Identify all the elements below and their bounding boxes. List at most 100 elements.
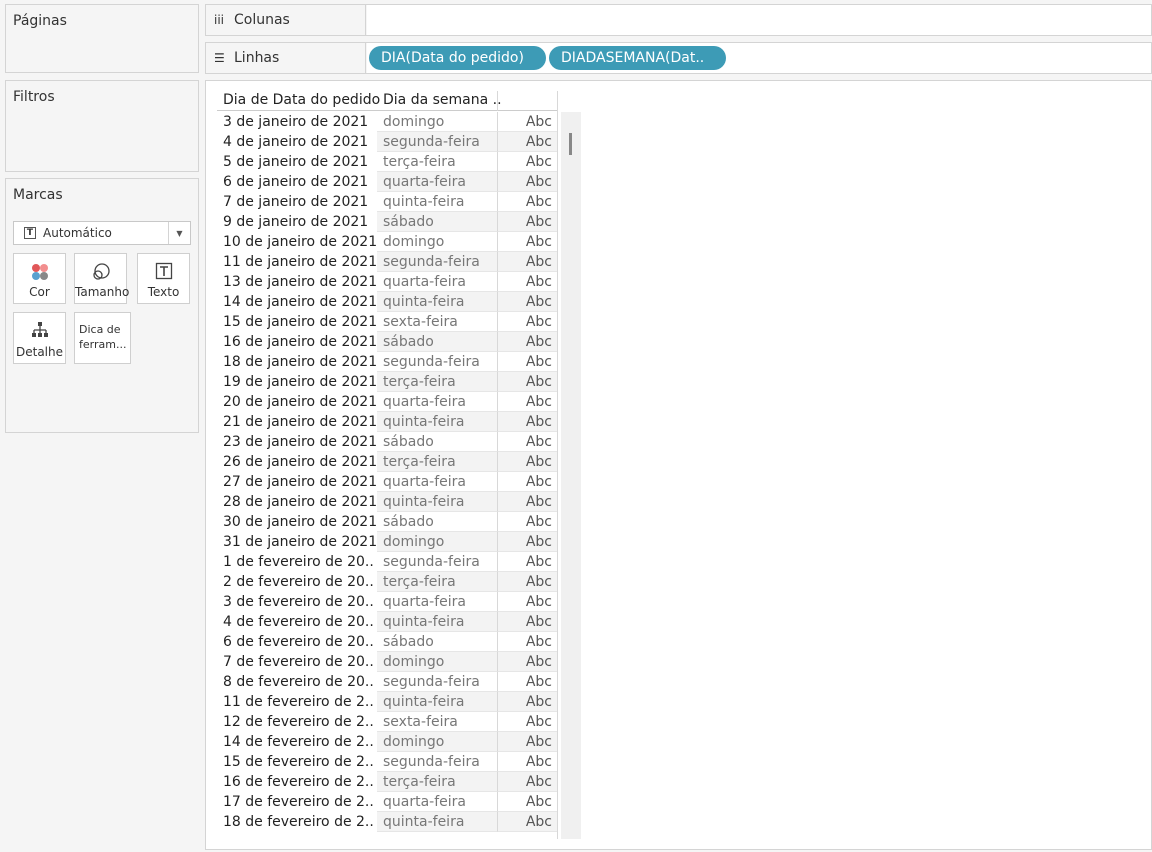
table-row[interactable]: 19 de janeiro de 2021 terça-feira Abc [217, 372, 557, 392]
table-row[interactable]: 9 de janeiro de 2021 sábado Abc [217, 212, 557, 232]
cell-order-date-day[interactable]: 4 de janeiro de 2021 [217, 132, 377, 152]
cell-weekday[interactable]: quinta-feira [377, 812, 497, 832]
cell-weekday[interactable]: quarta-feira [377, 392, 497, 412]
cell-abc[interactable]: Abc [497, 592, 557, 612]
table-row[interactable]: 23 de janeiro de 2021 sábado Abc [217, 432, 557, 452]
cell-order-date-day[interactable]: 1 de fevereiro de 20.. [217, 552, 377, 572]
table-row[interactable]: 16 de janeiro de 2021 sábado Abc [217, 332, 557, 352]
cell-order-date-day[interactable]: 20 de janeiro de 2021 [217, 392, 377, 412]
mark-type-dropdown[interactable]: T Automático ▼ [13, 221, 191, 245]
cell-abc[interactable]: Abc [497, 752, 557, 772]
detail-card[interactable]: Detalhe [13, 312, 66, 364]
table-row[interactable]: 8 de fevereiro de 20.. segunda-feira Abc [217, 672, 557, 692]
cell-order-date-day[interactable]: 10 de janeiro de 2021 [217, 232, 377, 252]
table-row[interactable]: 15 de janeiro de 2021 sexta-feira Abc [217, 312, 557, 332]
cell-abc[interactable]: Abc [497, 352, 557, 372]
cell-weekday[interactable]: segunda-feira [377, 252, 497, 272]
table-row[interactable]: 10 de janeiro de 2021 domingo Abc [217, 232, 557, 252]
cell-abc[interactable]: Abc [497, 672, 557, 692]
cell-order-date-day[interactable]: 4 de fevereiro de 20.. [217, 612, 377, 632]
table-row[interactable]: 21 de janeiro de 2021 quinta-feira Abc [217, 412, 557, 432]
cell-weekday[interactable]: quarta-feira [377, 792, 497, 812]
tooltip-card[interactable]: Dica de ferram... [74, 312, 131, 364]
cell-order-date-day[interactable]: 18 de fevereiro de 2.. [217, 812, 377, 832]
cell-weekday[interactable]: sábado [377, 432, 497, 452]
cell-weekday[interactable]: quarta-feira [377, 272, 497, 292]
cell-order-date-day[interactable]: 6 de fevereiro de 20.. [217, 632, 377, 652]
size-card[interactable]: Tamanho [74, 253, 129, 304]
cell-order-date-day[interactable]: 7 de fevereiro de 20.. [217, 652, 377, 672]
cell-order-date-day[interactable]: 9 de janeiro de 2021 [217, 212, 377, 232]
table-row[interactable]: 13 de janeiro de 2021 quarta-feira Abc [217, 272, 557, 292]
cell-order-date-day[interactable]: 31 de janeiro de 2021 [217, 532, 377, 552]
cell-weekday[interactable]: segunda-feira [377, 552, 497, 572]
cell-order-date-day[interactable]: 17 de fevereiro de 2.. [217, 792, 377, 812]
cell-weekday[interactable]: terça-feira [377, 452, 497, 472]
cell-order-date-day[interactable]: 26 de janeiro de 2021 [217, 452, 377, 472]
cell-order-date-day[interactable]: 3 de janeiro de 2021 [217, 112, 377, 132]
table-row[interactable]: 7 de fevereiro de 20.. domingo Abc [217, 652, 557, 672]
table-row[interactable]: 20 de janeiro de 2021 quarta-feira Abc [217, 392, 557, 412]
cell-order-date-day[interactable]: 27 de janeiro de 2021 [217, 472, 377, 492]
cell-abc[interactable]: Abc [497, 732, 557, 752]
cell-order-date-day[interactable]: 7 de janeiro de 2021 [217, 192, 377, 212]
header-order-date-day[interactable]: Dia de Data do pedido [223, 92, 380, 108]
table-row[interactable]: 15 de fevereiro de 2.. segunda-feira Abc [217, 752, 557, 772]
cell-weekday[interactable]: sábado [377, 332, 497, 352]
table-row[interactable]: 6 de fevereiro de 20.. sábado Abc [217, 632, 557, 652]
cell-weekday[interactable]: terça-feira [377, 572, 497, 592]
cell-order-date-day[interactable]: 6 de janeiro de 2021 [217, 172, 377, 192]
cell-abc[interactable]: Abc [497, 532, 557, 552]
table-row[interactable]: 14 de janeiro de 2021 quinta-feira Abc [217, 292, 557, 312]
cell-weekday[interactable]: domingo [377, 532, 497, 552]
table-row[interactable]: 6 de janeiro de 2021 quarta-feira Abc [217, 172, 557, 192]
cell-weekday[interactable]: domingo [377, 232, 497, 252]
cell-abc[interactable]: Abc [497, 332, 557, 352]
cell-abc[interactable]: Abc [497, 632, 557, 652]
cell-order-date-day[interactable]: 12 de fevereiro de 2.. [217, 712, 377, 732]
table-row[interactable]: 28 de janeiro de 2021 quinta-feira Abc [217, 492, 557, 512]
table-row[interactable]: 4 de fevereiro de 20.. quinta-feira Abc [217, 612, 557, 632]
cell-abc[interactable]: Abc [497, 512, 557, 532]
cell-abc[interactable]: Abc [497, 292, 557, 312]
cell-order-date-day[interactable]: 15 de janeiro de 2021 [217, 312, 377, 332]
cell-abc[interactable]: Abc [497, 312, 557, 332]
table-row[interactable]: 17 de fevereiro de 2.. quarta-feira Abc [217, 792, 557, 812]
cell-weekday[interactable]: terça-feira [377, 772, 497, 792]
cell-order-date-day[interactable]: 21 de janeiro de 2021 [217, 412, 377, 432]
cell-weekday[interactable]: sábado [377, 212, 497, 232]
cell-weekday[interactable]: quarta-feira [377, 592, 497, 612]
cell-order-date-day[interactable]: 8 de fevereiro de 20.. [217, 672, 377, 692]
table-row[interactable]: 1 de fevereiro de 20.. segunda-feira Abc [217, 552, 557, 572]
cell-order-date-day[interactable]: 16 de janeiro de 2021 [217, 332, 377, 352]
cell-order-date-day[interactable]: 14 de fevereiro de 2.. [217, 732, 377, 752]
cell-abc[interactable]: Abc [497, 772, 557, 792]
cell-weekday[interactable]: segunda-feira [377, 752, 497, 772]
cell-weekday[interactable]: terça-feira [377, 372, 497, 392]
table-row[interactable]: 2 de fevereiro de 20.. terça-feira Abc [217, 572, 557, 592]
cell-abc[interactable]: Abc [497, 212, 557, 232]
scrollbar-thumb[interactable] [569, 133, 572, 155]
cell-weekday[interactable]: segunda-feira [377, 672, 497, 692]
cell-abc[interactable]: Abc [497, 652, 557, 672]
cell-order-date-day[interactable]: 30 de janeiro de 2021 [217, 512, 377, 532]
table-row[interactable]: 26 de janeiro de 2021 terça-feira Abc [217, 452, 557, 472]
cell-weekday[interactable]: segunda-feira [377, 132, 497, 152]
table-row[interactable]: 27 de janeiro de 2021 quarta-feira Abc [217, 472, 557, 492]
table-row[interactable]: 7 de janeiro de 2021 quinta-feira Abc [217, 192, 557, 212]
table-row[interactable]: 3 de fevereiro de 20.. quarta-feira Abc [217, 592, 557, 612]
cell-weekday[interactable]: segunda-feira [377, 352, 497, 372]
row-pill-day[interactable]: DIA(Data do pedido) [369, 46, 546, 70]
chevron-down-icon[interactable]: ▼ [168, 222, 190, 244]
cell-order-date-day[interactable]: 14 de janeiro de 2021 [217, 292, 377, 312]
rows-drop-zone[interactable]: DIA(Data do pedido) DIADASEMANA(Dat.. [367, 43, 1151, 73]
cell-abc[interactable]: Abc [497, 132, 557, 152]
header-weekday[interactable]: Dia da semana .. [383, 92, 502, 108]
cell-abc[interactable]: Abc [497, 172, 557, 192]
cell-order-date-day[interactable]: 11 de fevereiro de 2.. [217, 692, 377, 712]
cell-abc[interactable]: Abc [497, 432, 557, 452]
cell-weekday[interactable]: sábado [377, 512, 497, 532]
cell-abc[interactable]: Abc [497, 492, 557, 512]
cell-abc[interactable]: Abc [497, 412, 557, 432]
vertical-scrollbar[interactable] [561, 112, 581, 839]
